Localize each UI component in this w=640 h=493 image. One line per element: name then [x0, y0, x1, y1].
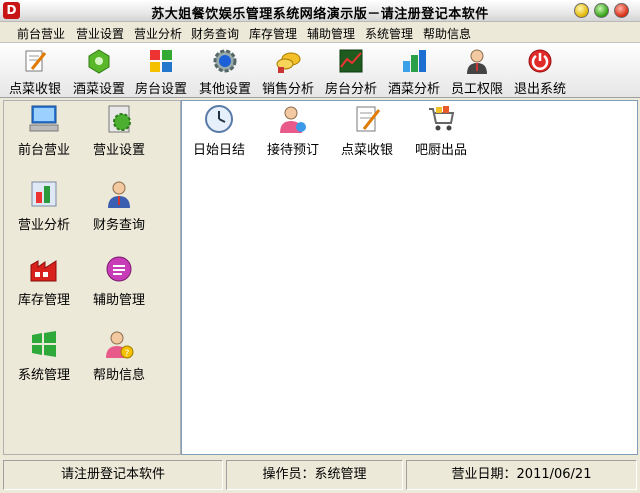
kitchen-cart-icon	[429, 106, 455, 131]
menu-front-desk[interactable]: 前台营业	[17, 25, 65, 42]
main-panel: 日始日结 接待预订 点菜收银 吧厨出品	[181, 100, 638, 455]
sidebar-item-auxiliary[interactable]: 辅助管理	[79, 253, 159, 313]
menu-system[interactable]: 系统管理	[365, 25, 413, 42]
toolbar: 点菜收银 酒菜设置 房台设置 其他设置 销售分析 房台分析 酒菜分析 员工权限 …	[0, 42, 640, 98]
other-settings-icon	[213, 49, 237, 73]
tool-table-settings[interactable]: 房台设置	[130, 47, 192, 97]
sidebar-item-business-settings[interactable]: 营业设置	[79, 103, 159, 163]
tool-exit[interactable]: 退出系统	[509, 47, 571, 97]
sidebar-item-help[interactable]: ? 帮助信息	[79, 328, 159, 388]
table-analysis-icon	[339, 49, 363, 73]
main-item-day-start-end[interactable]: 日始日结	[184, 103, 254, 159]
minimize-button[interactable]	[574, 3, 589, 18]
sales-analysis-icon	[276, 52, 301, 73]
main-item-order[interactable]: 点菜收银	[332, 103, 402, 159]
sidebar-item-finance-query[interactable]: 财务查询	[79, 178, 159, 238]
main-item-reception[interactable]: 接待预订	[258, 103, 328, 159]
tool-order[interactable]: 点菜收银	[4, 47, 66, 97]
close-button[interactable]	[614, 3, 629, 18]
menu-business-settings[interactable]: 营业设置	[76, 25, 124, 42]
sidebar-item-inventory[interactable]: 库存管理	[4, 253, 84, 313]
reception-icon	[280, 106, 306, 133]
staff-permission-icon	[467, 49, 487, 74]
status-operator: 操作员：系统管理	[226, 460, 403, 490]
front-desk-icon	[29, 105, 59, 132]
status-bar: 请注册登记本软件 操作员：系统管理 营业日期：2011/06/21	[0, 457, 640, 493]
status-business-date: 营业日期：2011/06/21	[406, 460, 637, 490]
tool-dish-settings[interactable]: 酒菜设置	[68, 47, 130, 97]
exit-icon	[528, 49, 552, 73]
tool-staff-permission[interactable]: 员工权限	[446, 47, 508, 97]
auxiliary-icon	[106, 256, 132, 282]
sidebar: 前台营业 营业设置 营业分析 财务查询 库存管理 辅助管理 系统管理 ? 帮助信…	[3, 100, 181, 455]
title-bar: D 苏大姐餐饮娱乐管理系统网络演示版－请注册登记本软件	[0, 0, 640, 22]
status-register: 请注册登记本软件	[3, 460, 223, 490]
tool-dish-analysis[interactable]: 酒菜分析	[383, 47, 445, 97]
business-settings-icon	[108, 105, 131, 133]
order-icon	[356, 106, 381, 132]
sidebar-item-system[interactable]: 系统管理	[4, 328, 84, 388]
window-title: 苏大姐餐饮娱乐管理系统网络演示版－请注册登记本软件	[151, 7, 489, 22]
menu-auxiliary[interactable]: 辅助管理	[307, 25, 355, 42]
finance-query-icon	[108, 181, 130, 208]
main-item-kitchen[interactable]: 吧厨出品	[406, 103, 476, 159]
sidebar-item-business-analysis[interactable]: 营业分析	[4, 178, 84, 238]
table-settings-icon	[150, 50, 172, 72]
menu-help[interactable]: 帮助信息	[423, 25, 471, 42]
menu-bar: 前台营业 营业设置 营业分析 财务查询 库存管理 辅助管理 系统管理 帮助信息	[0, 22, 640, 42]
tool-table-analysis[interactable]: 房台分析	[320, 47, 382, 97]
maximize-button[interactable]	[594, 3, 609, 18]
menu-business-analysis[interactable]: 营业分析	[134, 25, 182, 42]
help-icon: ?	[106, 331, 134, 359]
sidebar-item-front-desk[interactable]: 前台营业	[4, 103, 84, 163]
inventory-icon	[30, 260, 57, 282]
tool-sales-analysis[interactable]: 销售分析	[257, 47, 319, 97]
dish-settings-icon	[88, 49, 110, 74]
clock-icon	[205, 105, 233, 133]
menu-finance-query[interactable]: 财务查询	[191, 25, 239, 42]
dish-analysis-icon	[403, 50, 426, 72]
svg-text:?: ?	[125, 349, 130, 359]
system-icon	[32, 331, 56, 357]
order-icon	[25, 50, 47, 72]
tool-other-settings[interactable]: 其他设置	[194, 47, 256, 97]
menu-inventory[interactable]: 库存管理	[249, 25, 297, 42]
business-analysis-icon	[31, 181, 57, 207]
